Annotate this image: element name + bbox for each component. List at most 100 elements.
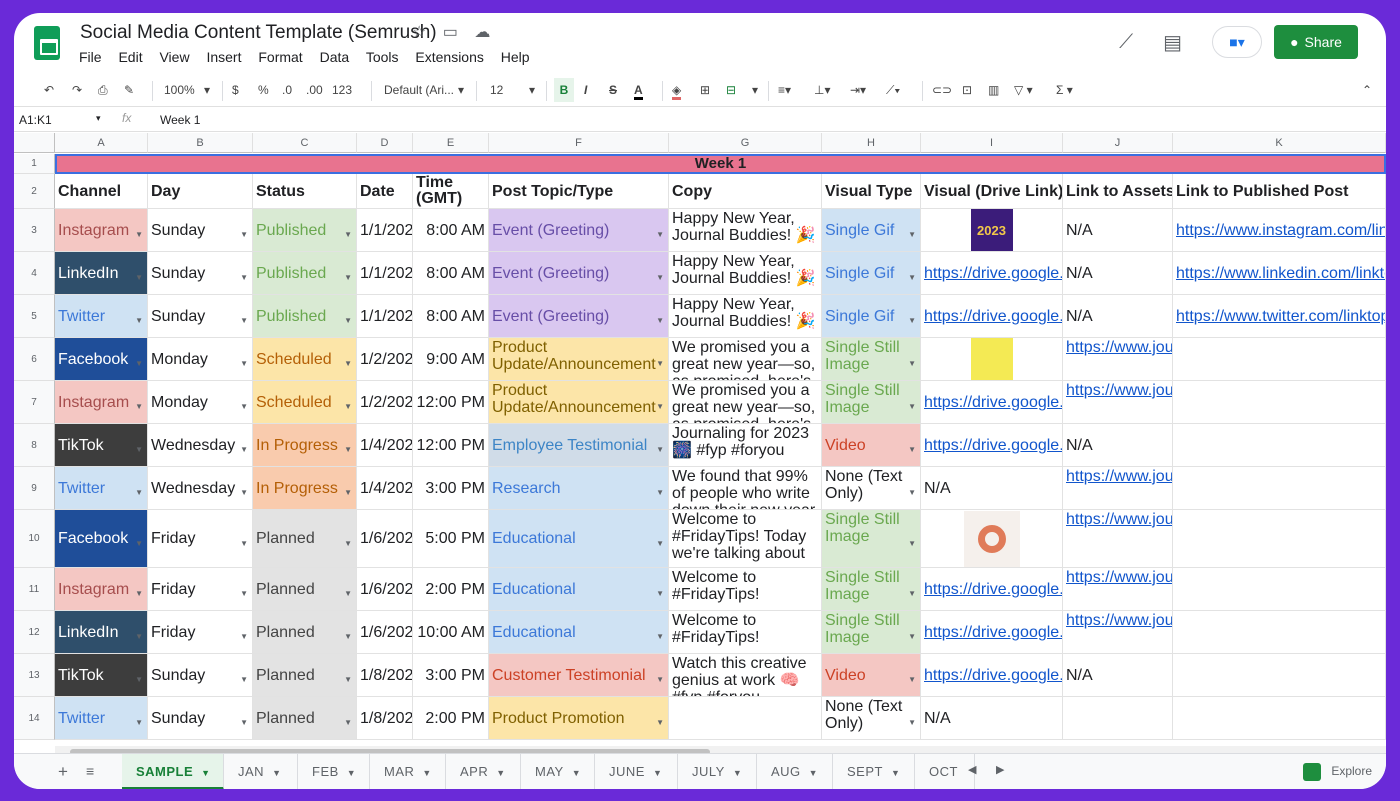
- topic-cell[interactable]: Product Update/Announcement ▼: [489, 338, 669, 381]
- menu-view[interactable]: View: [159, 49, 189, 65]
- bold-icon[interactable]: B: [554, 78, 574, 102]
- visual-thumbnail[interactable]: [970, 338, 1013, 380]
- status-cell[interactable]: Planned ▼: [253, 654, 357, 697]
- assets-cell[interactable]: https://www.journalingwithfriends.com/bl…: [1063, 510, 1173, 568]
- insert-link-icon[interactable]: ⊂⊃: [932, 83, 952, 97]
- channel-cell[interactable]: LinkedIn ▼: [55, 611, 148, 654]
- chevron-down-icon[interactable]: ▼: [908, 671, 916, 688]
- insert-chart-icon[interactable]: ▥: [988, 83, 999, 97]
- functions-icon[interactable]: Σ ▾: [1056, 83, 1073, 97]
- topic-cell[interactable]: Product Update/Announcement ▼: [489, 381, 669, 424]
- chevron-down-icon[interactable]: ▼: [240, 398, 248, 415]
- assets-cell[interactable]: N/A: [1063, 209, 1173, 252]
- chevron-down-icon[interactable]: ▼: [908, 628, 916, 645]
- chevron-down-icon[interactable]: ▼: [344, 312, 352, 329]
- chevron-down-icon[interactable]: ▼: [656, 628, 664, 645]
- italic-icon[interactable]: I: [584, 83, 587, 97]
- chevron-down-icon[interactable]: ▼: [135, 628, 143, 645]
- font-family-select[interactable]: Default (Ari...: [384, 83, 454, 97]
- channel-cell[interactable]: Instagram ▼: [55, 568, 148, 611]
- percent-format-button[interactable]: %: [258, 83, 269, 97]
- row-header[interactable]: 14: [14, 697, 55, 740]
- status-cell[interactable]: Published ▼: [253, 252, 357, 295]
- header-cell[interactable]: Visual Type: [822, 174, 921, 209]
- time-cell[interactable]: 10:00 AM: [413, 611, 489, 654]
- add-sheet-icon[interactable]: +: [58, 762, 68, 782]
- visual-type-cell[interactable]: Single Still Image ▼: [822, 510, 921, 568]
- menu-format[interactable]: Format: [258, 49, 302, 65]
- copy-cell[interactable]: [669, 697, 822, 740]
- time-cell[interactable]: 8:00 AM: [413, 295, 489, 338]
- topic-cell[interactable]: Customer Testimonial ▼: [489, 654, 669, 697]
- date-cell[interactable]: 1/6/2023: [357, 568, 413, 611]
- chevron-down-icon[interactable]: ▼: [135, 535, 143, 552]
- published-cell[interactable]: [1173, 654, 1386, 697]
- chevron-down-icon[interactable]: ▼: [344, 398, 352, 415]
- chevron-down-icon[interactable]: ▼: [908, 441, 916, 458]
- sheet-tab-sept[interactable]: SEPT ▼: [833, 754, 915, 789]
- copy-cell[interactable]: Happy New Year, Journal Buddies! 🎉: [669, 209, 822, 252]
- more-formats-button[interactable]: 123: [332, 83, 352, 97]
- column-header-g[interactable]: G: [669, 133, 822, 153]
- status-cell[interactable]: Planned ▼: [253, 510, 357, 568]
- copy-cell[interactable]: We found that 99% of people who write do…: [669, 467, 822, 510]
- topic-cell[interactable]: Event (Greeting) ▼: [489, 295, 669, 338]
- chevron-down-icon[interactable]: ▼: [240, 226, 248, 243]
- channel-cell[interactable]: TikTok ▼: [55, 424, 148, 467]
- day-cell[interactable]: Sunday ▼: [148, 252, 253, 295]
- scroll-tabs-right-icon[interactable]: ▶: [996, 763, 1004, 776]
- chevron-down-icon[interactable]: ▼: [240, 714, 248, 731]
- day-cell[interactable]: Friday ▼: [148, 611, 253, 654]
- share-button[interactable]: ● Share: [1274, 25, 1358, 59]
- menu-edit[interactable]: Edit: [118, 49, 142, 65]
- menu-data[interactable]: Data: [320, 49, 350, 65]
- sheet-tab-mar[interactable]: MAR ▼: [370, 754, 446, 789]
- chevron-down-icon[interactable]: ▼: [656, 714, 664, 731]
- topic-cell[interactable]: Event (Greeting) ▼: [489, 209, 669, 252]
- date-cell[interactable]: 1/4/2023: [357, 424, 413, 467]
- day-cell[interactable]: Friday ▼: [148, 568, 253, 611]
- chevron-down-icon[interactable]: ▼: [656, 671, 664, 688]
- chevron-down-icon[interactable]: ▼: [344, 671, 352, 688]
- visual-cell[interactable]: https://drive.google.c: [921, 381, 1063, 424]
- day-cell[interactable]: Sunday ▼: [148, 209, 253, 252]
- chevron-down-icon[interactable]: ▼: [656, 441, 664, 458]
- header-cell[interactable]: Post Topic/Type: [489, 174, 669, 209]
- row-header[interactable]: 1: [14, 154, 55, 174]
- chevron-down-icon[interactable]: ▾: [96, 113, 101, 124]
- explore-button[interactable]: Explore: [1303, 763, 1372, 781]
- channel-cell[interactable]: Facebook ▼: [55, 338, 148, 381]
- text-color-icon[interactable]: A: [634, 83, 643, 100]
- published-cell[interactable]: [1173, 424, 1386, 467]
- chevron-down-icon[interactable]: ▼: [240, 441, 248, 458]
- row-header[interactable]: 5: [14, 295, 55, 338]
- formula-input[interactable]: Week 1: [160, 113, 200, 127]
- chevron-down-icon[interactable]: ▼: [733, 768, 742, 778]
- redo-icon[interactable]: ↷: [72, 83, 82, 97]
- chevron-down-icon[interactable]: ▼: [344, 441, 352, 458]
- fill-color-icon[interactable]: ◈: [672, 83, 682, 100]
- sheet-tab-jan[interactable]: JAN ▼: [224, 754, 298, 789]
- chevron-down-icon[interactable]: ▼: [656, 484, 664, 501]
- date-cell[interactable]: 1/2/2023: [357, 381, 413, 424]
- visual-cell[interactable]: https://drive.google.c: [921, 611, 1063, 654]
- chevron-down-icon[interactable]: ▼: [240, 484, 248, 501]
- visual-type-cell[interactable]: Single Gif ▼: [822, 209, 921, 252]
- visual-cell[interactable]: https://drive.google.c: [921, 252, 1063, 295]
- chevron-down-icon[interactable]: ▼: [572, 768, 581, 778]
- published-cell[interactable]: https://www.linkedin.com/linkto: [1173, 252, 1386, 295]
- chevron-down-icon[interactable]: ▼: [908, 355, 916, 372]
- date-cell[interactable]: 1/8/2023: [357, 697, 413, 740]
- strikethrough-icon[interactable]: S: [609, 83, 617, 97]
- chevron-down-icon[interactable]: ▼: [240, 535, 248, 552]
- assets-cell[interactable]: N/A: [1063, 424, 1173, 467]
- header-cell[interactable]: Link to Assets: [1063, 174, 1173, 209]
- chevron-down-icon[interactable]: ▼: [422, 768, 431, 778]
- chevron-down-icon[interactable]: ▼: [656, 355, 664, 372]
- copy-cell[interactable]: Welcome to #FridayTips! Today we're talk…: [669, 510, 822, 568]
- visual-cell[interactable]: N/A: [921, 467, 1063, 510]
- visual-type-cell[interactable]: None (Text Only) ▼: [822, 467, 921, 510]
- published-cell[interactable]: [1173, 338, 1386, 381]
- chevron-down-icon[interactable]: ▼: [344, 484, 352, 501]
- paint-format-icon[interactable]: ✎: [124, 83, 134, 97]
